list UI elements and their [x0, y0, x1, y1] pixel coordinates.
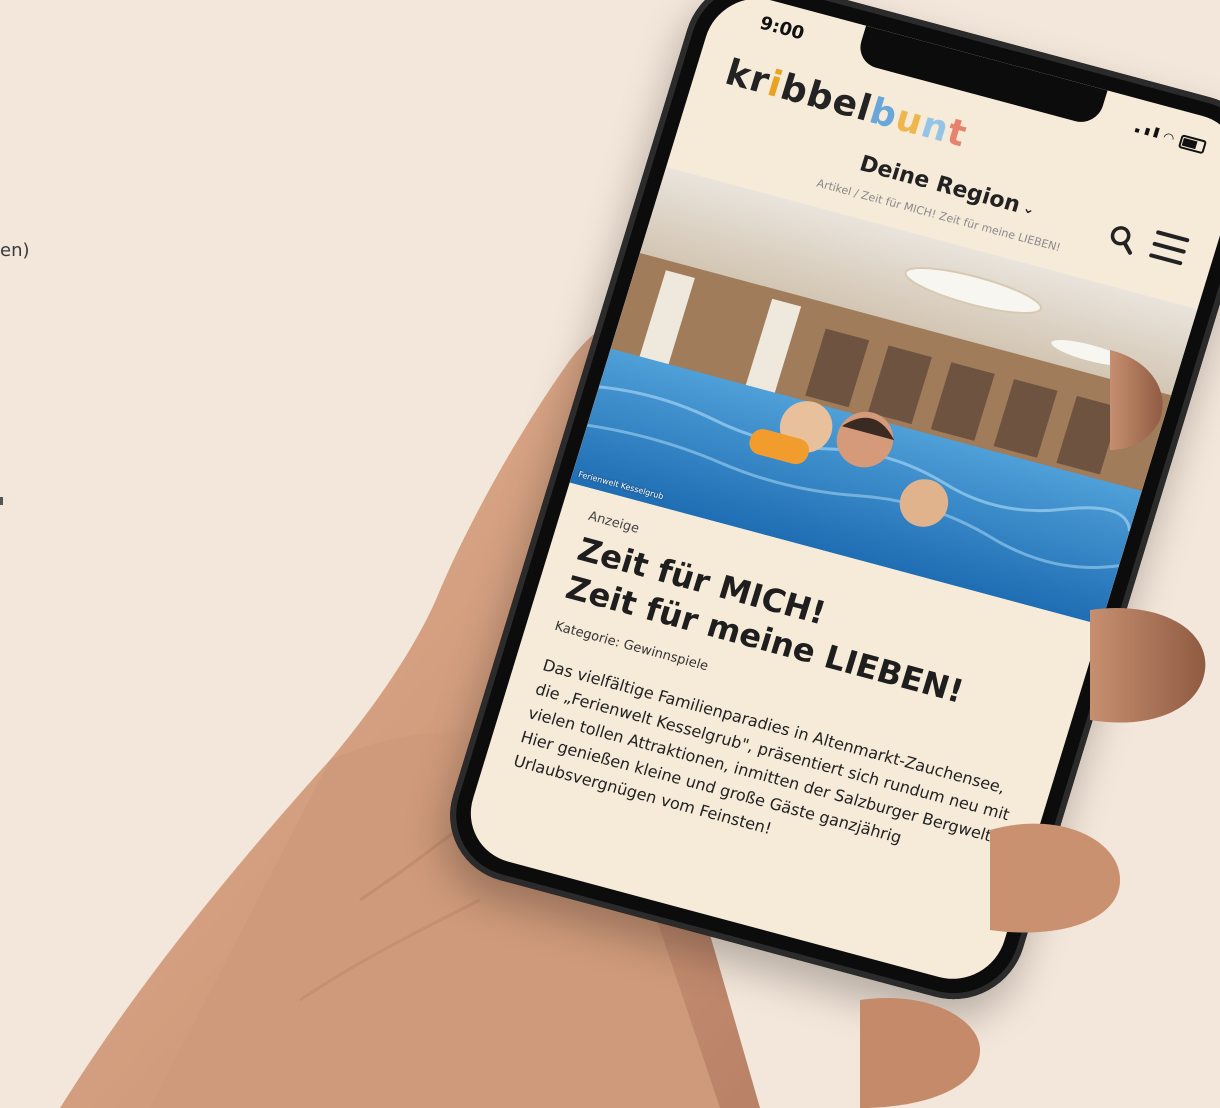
- hand-fingers-illustration: [860, 350, 1206, 1108]
